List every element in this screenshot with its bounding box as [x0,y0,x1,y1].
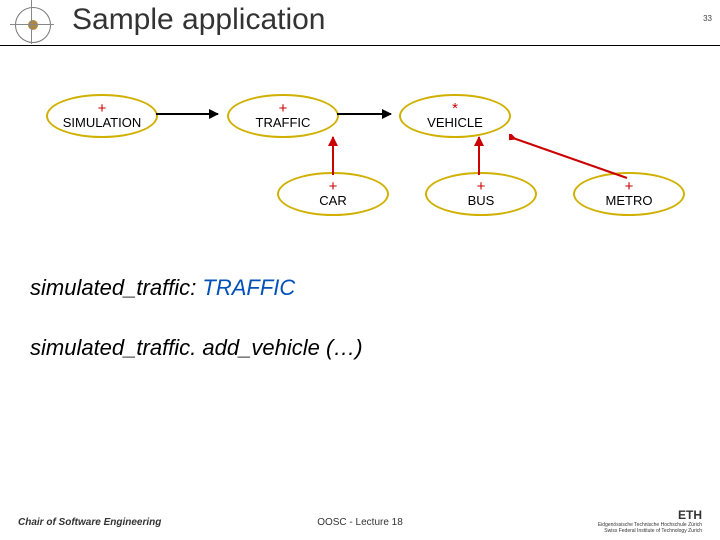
inherit-arrow-metro [509,134,631,182]
title-underline [0,45,720,46]
code-recv: simulated_traffic [30,335,190,360]
node-mark: + [477,180,486,194]
code-method: . add_vehicle [190,335,320,360]
inherit-arrow-bus [478,137,480,175]
node-label: VEHICLE [427,116,483,130]
node-car: + CAR [277,172,389,216]
slide-logo-icon [15,7,51,43]
node-label: CAR [319,194,346,208]
node-traffic: + TRAFFIC [227,94,339,138]
footer-eth: ETH Eidgenössische Technische Hochschule… [598,508,702,534]
node-mark: * [452,102,458,116]
client-arrow-traffic-vehicle [337,113,391,115]
node-simulation: + SIMULATION [46,94,158,138]
eth-logo-text: ETH [598,508,702,522]
node-label: METRO [606,194,653,208]
node-vehicle: * VEHICLE [399,94,511,138]
code-decl: simulated_traffic: TRAFFIC [30,275,295,301]
inherit-arrow-car [332,137,334,175]
code-call: simulated_traffic. add_vehicle (…) [30,335,363,361]
logo-line-v [31,0,32,44]
node-mark: + [329,180,338,194]
code-args: (…) [320,335,363,360]
node-label: BUS [468,194,495,208]
node-mark: + [625,180,634,194]
code-lhs: simulated_traffic [30,275,190,300]
page-title: Sample application [72,3,326,37]
client-arrow-sim-traffic [156,113,218,115]
eth-subtitle: Eidgenössische Technische Hochschule Zür… [598,522,702,534]
code-type: TRAFFIC [202,275,295,300]
node-label: SIMULATION [63,116,142,130]
code-sep: : [190,275,202,300]
page-number: 33 [703,14,712,23]
logo-line-h [10,24,54,25]
node-label: TRAFFIC [256,116,311,130]
node-mark: + [279,102,288,116]
node-mark: + [98,102,107,116]
